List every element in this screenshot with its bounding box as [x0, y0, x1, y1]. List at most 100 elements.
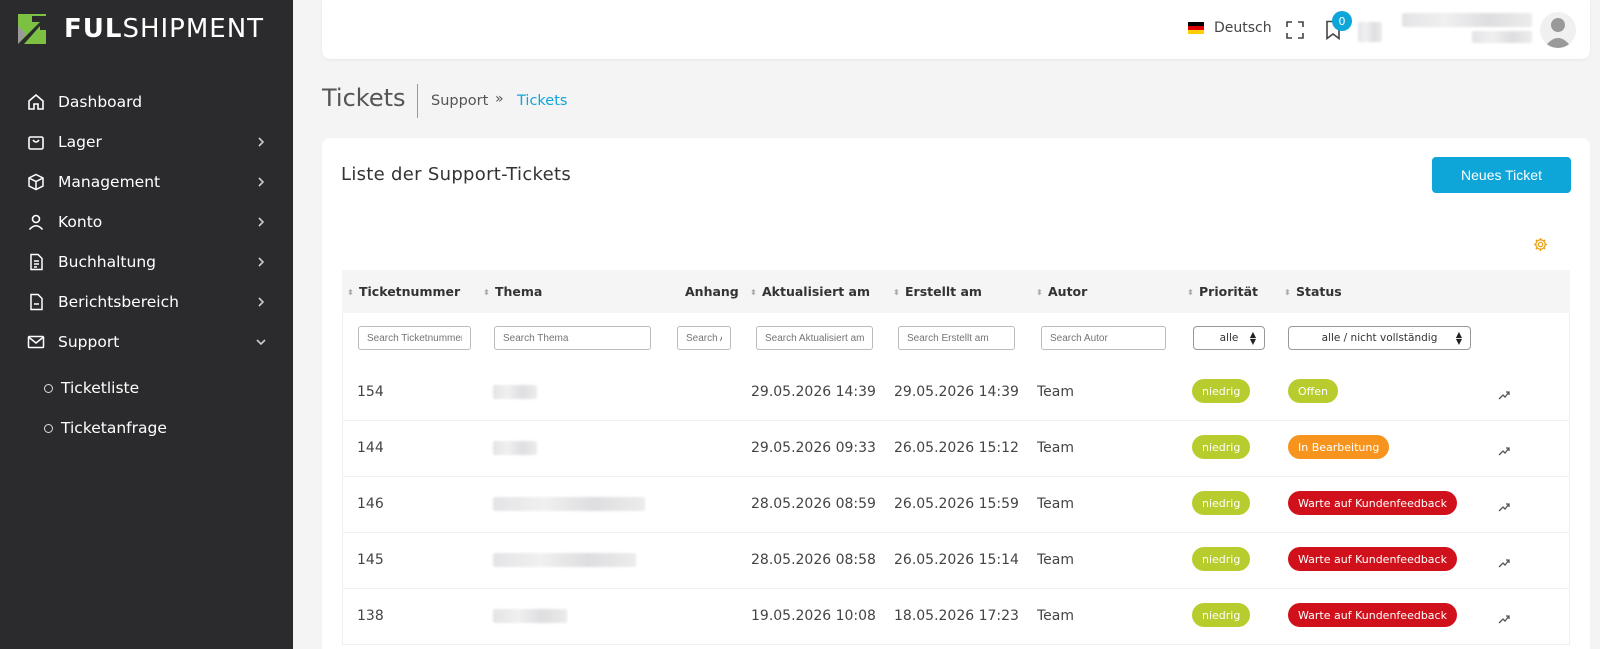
page-title: Tickets	[322, 84, 406, 112]
sort-icon: ⬍	[1036, 288, 1043, 297]
ticket-aktualisiert: 19.05.2026 10:08	[751, 608, 876, 624]
ticket-aktualisiert: 29.05.2026 14:39	[751, 384, 876, 400]
chevron-right-icon	[253, 294, 269, 310]
select-arrows-icon: ▲ ▼	[1455, 330, 1462, 346]
column-header-prioritaet[interactable]: ⬍ Priorität	[1187, 284, 1258, 299]
trend-icon[interactable]	[1498, 386, 1510, 400]
ticket-erstellt: 26.05.2026 15:14	[894, 552, 1019, 568]
logo-arrow-icon	[18, 14, 46, 44]
column-header-ticketnummer[interactable]: ⬍ Ticketnummer	[347, 284, 460, 299]
avatar[interactable]	[1540, 12, 1576, 48]
table-row[interactable]: 154 29.05.2026 14:39 29.05.2026 14:39 Team n…	[342, 365, 1570, 421]
ticket-thema-blurred[interactable]	[493, 609, 567, 623]
search-thema-input[interactable]	[494, 326, 651, 350]
home-icon	[26, 92, 46, 112]
trend-icon[interactable]	[1498, 554, 1510, 568]
sidebar-item-support[interactable]: Support	[0, 322, 293, 362]
ticket-number[interactable]: 154	[357, 384, 384, 400]
sort-icon: ⬍	[1284, 288, 1291, 297]
search-autor-input[interactable]	[1041, 326, 1166, 350]
column-header-autor[interactable]: ⬍ Autor	[1036, 284, 1087, 299]
column-header-status[interactable]: ⬍ Status	[1284, 284, 1342, 299]
table-row[interactable]: 144 29.05.2026 09:33 26.05.2026 15:12 Team n…	[342, 421, 1570, 477]
column-header-aktualisiert[interactable]: ⬍ Aktualisiert am	[750, 284, 870, 299]
sidebar-subitem-ticketliste[interactable]: Ticketliste	[0, 368, 293, 408]
sidebar-item-konto[interactable]: Konto	[0, 202, 293, 242]
ticket-erstellt: 26.05.2026 15:59	[894, 496, 1019, 512]
new-ticket-button[interactable]: Neues Ticket	[1432, 157, 1571, 193]
user-name-blurred[interactable]	[1402, 13, 1532, 27]
search-anhang-input[interactable]	[677, 326, 731, 350]
ticket-aktualisiert: 28.05.2026 08:59	[751, 496, 876, 512]
status-filter-value: alle / nicht vollständig	[1321, 332, 1438, 344]
chevron-right-icon	[253, 134, 269, 150]
status-badge: In Bearbeitung	[1288, 435, 1390, 459]
status-badge: Warte auf Kundenfeedback	[1288, 603, 1457, 627]
ticket-autor: Team	[1037, 496, 1075, 512]
gear-icon[interactable]	[1533, 237, 1548, 252]
ticket-erstellt: 18.05.2026 17:23	[894, 608, 1019, 624]
search-aktualisiert-input[interactable]	[756, 326, 873, 350]
document-icon	[26, 252, 46, 272]
column-header-thema[interactable]: ⬍ Thema	[483, 284, 542, 299]
priority-badge: niedrig	[1192, 491, 1251, 515]
sidebar-item-label: Support	[58, 333, 120, 351]
ticket-aktualisiert: 28.05.2026 08:58	[751, 552, 876, 568]
ticket-number[interactable]: 138	[357, 608, 384, 624]
language-selector[interactable]: Deutsch	[1188, 20, 1272, 36]
ticket-autor: Team	[1037, 384, 1075, 400]
table-row[interactable]: 145 28.05.2026 08:58 26.05.2026 15:14 Team n…	[342, 533, 1570, 589]
ticket-thema-blurred[interactable]	[493, 441, 537, 455]
ticket-autor: Team	[1037, 440, 1075, 456]
breadcrumb-tickets[interactable]: Tickets	[517, 93, 567, 109]
sidebar-item-lager[interactable]: Lager	[0, 122, 293, 162]
blurred-element	[1358, 22, 1382, 42]
status-badge: Warte auf Kundenfeedback	[1288, 547, 1457, 571]
ticket-number[interactable]: 146	[357, 496, 384, 512]
sidebar-item-buchhaltung[interactable]: Buchhaltung	[0, 242, 293, 282]
logo[interactable]: FULSHIPMENT	[18, 14, 264, 44]
chevron-right-icon	[253, 254, 269, 270]
ticket-thema-blurred[interactable]	[493, 553, 636, 567]
status-badge: Warte auf Kundenfeedback	[1288, 491, 1457, 515]
sidebar-item-label: Konto	[58, 213, 103, 231]
ticket-autor: Team	[1037, 608, 1075, 624]
sidebar-item-dashboard[interactable]: Dashboard	[0, 82, 293, 122]
circle-icon	[44, 423, 53, 433]
filter-row: alle ▲▼ alle / nicht vollständig ▲▼	[342, 313, 1570, 365]
title-divider	[417, 84, 418, 118]
fullscreen-icon[interactable]	[1286, 21, 1304, 39]
ticket-number[interactable]: 145	[357, 552, 384, 568]
search-erstellt-input[interactable]	[898, 326, 1015, 350]
sidebar-nav: Dashboard Lager Management Konto Buchhal…	[0, 82, 293, 448]
sidebar-subitem-ticketanfrage[interactable]: Ticketanfrage	[0, 408, 293, 448]
sidebar-item-management[interactable]: Management	[0, 162, 293, 202]
chevron-down-icon	[253, 334, 269, 350]
table-row[interactable]: 146 28.05.2026 08:59 26.05.2026 15:59 Team n…	[342, 477, 1570, 533]
sidebar-item-label: Berichtsbereich	[58, 293, 179, 311]
chevron-right-icon	[253, 214, 269, 230]
status-filter-select[interactable]: alle / nicht vollständig ▲ ▼	[1288, 326, 1471, 350]
sidebar-subitem-label: Ticketliste	[61, 379, 140, 397]
trend-icon[interactable]	[1498, 442, 1510, 456]
table-body: 154 29.05.2026 14:39 29.05.2026 14:39 Team n…	[342, 365, 1570, 645]
ticket-thema-blurred[interactable]	[493, 497, 645, 511]
trend-icon[interactable]	[1498, 498, 1510, 512]
priority-badge: niedrig	[1192, 547, 1251, 571]
circle-icon	[44, 383, 53, 393]
column-header-erstellt[interactable]: ⬍ Erstellt am	[893, 284, 982, 299]
sidebar-item-berichtsbereich[interactable]: Berichtsbereich	[0, 282, 293, 322]
priority-filter-select[interactable]: alle ▲ ▼	[1193, 326, 1265, 350]
select-arrows-icon: ▲ ▼	[1249, 330, 1256, 346]
bag-icon	[26, 132, 46, 152]
trend-icon[interactable]	[1498, 610, 1510, 624]
table-row[interactable]: 138 19.05.2026 10:08 18.05.2026 17:23 Team n…	[342, 589, 1570, 645]
ticket-erstellt: 29.05.2026 14:39	[894, 384, 1019, 400]
ticket-number[interactable]: 144	[357, 440, 384, 456]
priority-badge: niedrig	[1192, 603, 1251, 627]
ticket-thema-blurred[interactable]	[493, 385, 537, 399]
sort-icon: ⬍	[1187, 288, 1194, 297]
status-badge: Offen	[1288, 379, 1338, 403]
search-ticketnummer-input[interactable]	[358, 326, 471, 350]
breadcrumb-support[interactable]: Support	[431, 93, 488, 109]
